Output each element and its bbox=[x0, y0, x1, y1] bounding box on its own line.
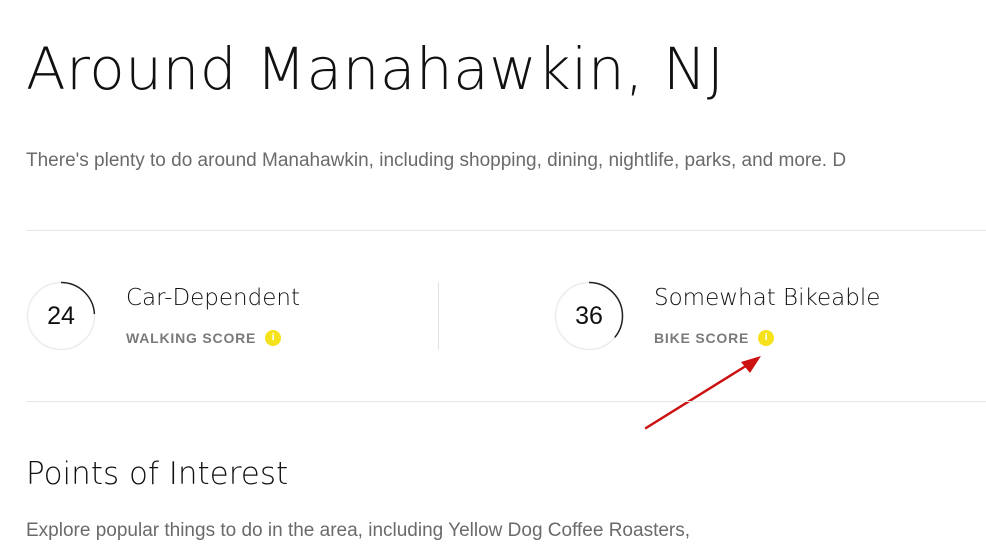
score-divider bbox=[438, 282, 439, 350]
walking-score-label: Car-Dependent bbox=[126, 285, 300, 311]
points-of-interest-text: Explore popular things to do in the area… bbox=[26, 520, 691, 541]
info-icon[interactable]: i bbox=[758, 330, 775, 346]
points-of-interest-heading: Points of Interest bbox=[26, 456, 289, 492]
bike-score-value: 36 bbox=[575, 301, 603, 330]
bike-score-gauge: 36 bbox=[554, 281, 624, 351]
walking-score-gauge: 24 bbox=[26, 281, 96, 351]
info-icon[interactable]: i bbox=[265, 330, 282, 346]
bike-score-label: Somewhat Bikeable bbox=[654, 285, 881, 311]
walking-score-type: WALKING SCORE i bbox=[126, 330, 282, 346]
divider-top bbox=[26, 230, 986, 231]
intro-text: There's plenty to do around Manahawkin, … bbox=[26, 150, 847, 171]
walking-score-type-text: WALKING SCORE bbox=[126, 330, 257, 346]
page-title: Around Manahawkin, NJ bbox=[26, 35, 725, 103]
bike-score-type: BIKE SCORE i bbox=[654, 330, 775, 346]
walking-score-value: 24 bbox=[47, 301, 75, 330]
divider-bottom bbox=[26, 401, 986, 402]
bike-score-type-text: BIKE SCORE bbox=[654, 330, 750, 346]
